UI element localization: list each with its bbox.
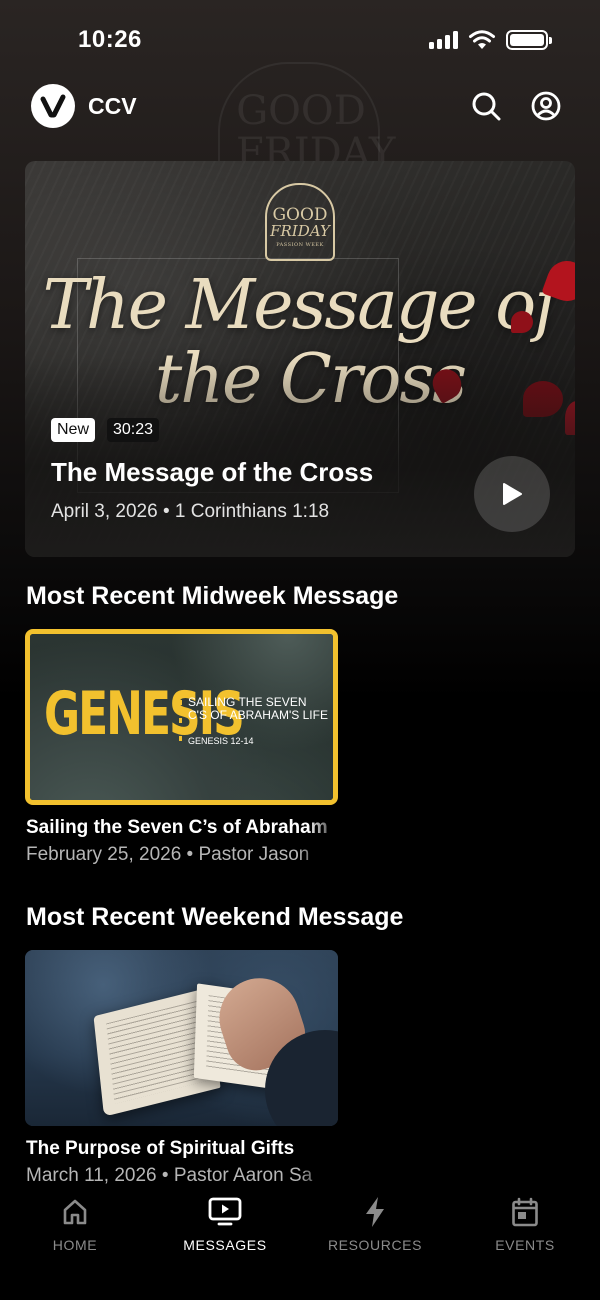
genesis-reference: GENESIS 12-14 (188, 736, 254, 746)
badge-line-2: FRIDAY (270, 221, 330, 240)
tab-messages[interactable]: MESSAGES (150, 1195, 300, 1253)
midweek-message-thumbnail[interactable]: GENESIS ✦ SAILING THE SEVEN C'S OF ABRAH… (25, 629, 338, 805)
hero-meta: April 3, 2026 • 1 Corinthians 1:18 (51, 501, 330, 522)
home-icon (63, 1199, 87, 1225)
play-button[interactable] (474, 456, 550, 532)
hero-title: The Message of the Cross (51, 457, 374, 487)
ccv-logo-icon[interactable] (31, 84, 75, 128)
profile-button[interactable] (530, 90, 562, 122)
flower-decoration (511, 311, 533, 333)
user-circle-icon (531, 91, 561, 121)
tab-resources-label: RESOURCES (327, 1237, 423, 1253)
search-button[interactable] (470, 90, 502, 122)
good-friday-badge: GOOD FRIDAY PASSION WEEK (265, 183, 335, 261)
genesis-subtitle: SAILING THE SEVEN C'S OF ABRAHAM'S LIFE (188, 695, 328, 722)
search-icon (472, 92, 501, 121)
tab-events[interactable]: EVENTS (450, 1195, 600, 1253)
badge-line-1: GOOD (272, 204, 328, 225)
calendar-icon (512, 1197, 538, 1227)
duration-badge: 30:23 (107, 418, 160, 442)
app-header: CCV (0, 82, 600, 130)
midweek-title[interactable]: Sailing the Seven C’s of Abraham (26, 817, 340, 839)
tab-home[interactable]: HOME (0, 1195, 150, 1253)
midweek-section-title: Most Recent Midweek Message (26, 582, 399, 610)
status-bar: 10:26 (0, 0, 600, 80)
brand-name: CCV (88, 93, 137, 119)
sparkle-icon: ✦ (148, 692, 159, 706)
tv-play-icon (208, 1197, 242, 1226)
signal-icon (429, 31, 458, 49)
weekend-meta: March 11, 2026 • Pastor Aaron Sa (26, 1165, 330, 1187)
weekend-message-thumbnail[interactable] (25, 950, 338, 1126)
weekend-title[interactable]: The Purpose of Spiritual Gifts (26, 1138, 340, 1160)
bottom-tab-bar: HOME MESSAGES RESOURCES EVENTS (0, 1185, 600, 1300)
tab-home-label: HOME (52, 1237, 98, 1253)
wifi-icon (469, 30, 495, 49)
weekend-section-title: Most Recent Weekend Message (26, 903, 404, 931)
play-icon (503, 483, 522, 505)
new-badge: New (51, 418, 96, 442)
status-icons (429, 30, 552, 50)
divider-dots (179, 700, 182, 741)
bolt-icon (366, 1197, 384, 1227)
badge-line-3: PASSION WEEK (276, 241, 324, 248)
featured-message-card[interactable]: GOOD FRIDAY PASSION WEEK The Message of … (25, 161, 575, 557)
battery-icon (506, 30, 552, 50)
status-time: 10:26 (78, 26, 142, 53)
midweek-meta: February 25, 2026 • Pastor Jason (26, 844, 330, 866)
tab-resources[interactable]: RESOURCES (300, 1195, 450, 1253)
tab-events-label: EVENTS (495, 1237, 555, 1253)
tab-messages-label: MESSAGES (183, 1237, 267, 1253)
hero-art-title-line-1: The Message of (42, 266, 560, 345)
